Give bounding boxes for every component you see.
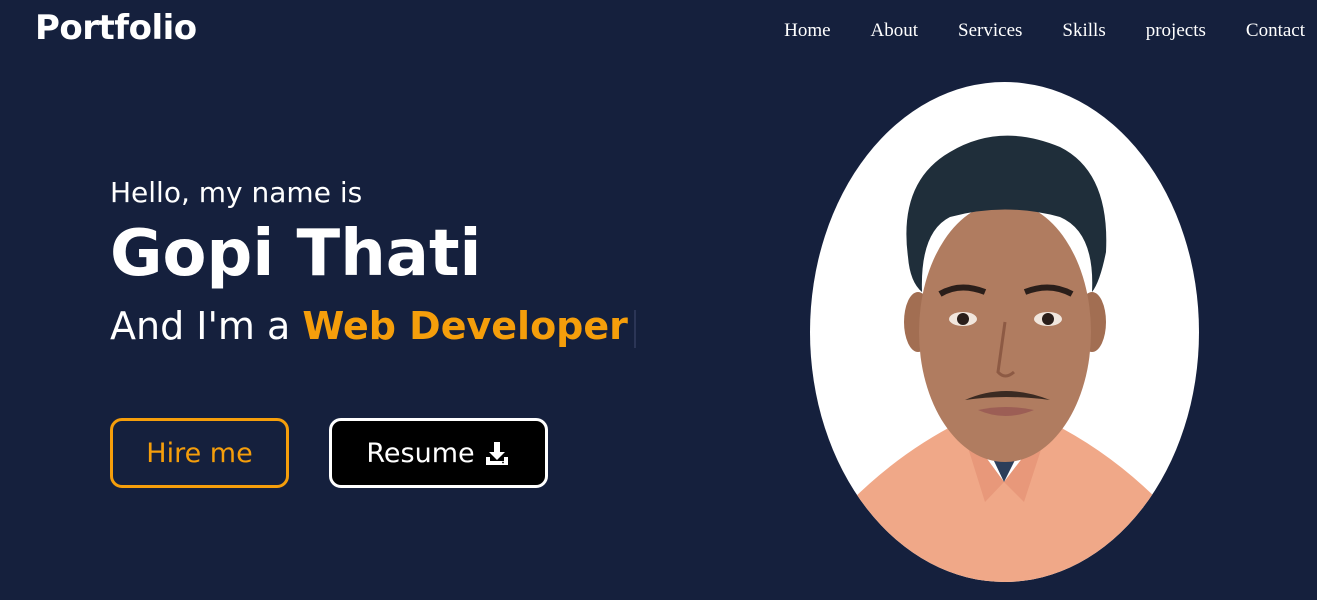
resume-label: Resume [366,437,475,469]
site-logo[interactable]: Portfolio [35,8,197,48]
role-prefix: And I'm a [110,304,291,349]
hire-me-button[interactable]: Hire me [110,418,289,488]
hero-intro: Hello, my name is Gopi Thati And I'm a W… [110,176,636,348]
nav-services[interactable]: Services [958,20,1022,42]
typing-cursor [633,309,636,348]
download-icon [483,439,511,467]
nav-home[interactable]: Home [784,20,830,42]
hero-role-line: And I'm a Web Developer [110,304,636,348]
nav-projects[interactable]: projects [1146,20,1206,42]
nav-about[interactable]: About [871,20,919,42]
hero-greeting: Hello, my name is [110,176,363,209]
main-nav: Home About Services Skills projects Cont… [784,20,1305,42]
nav-skills[interactable]: Skills [1062,20,1105,42]
role-title: Web Developer [302,304,628,349]
profile-photo [810,82,1199,582]
resume-download-button[interactable]: Resume [329,418,548,488]
nav-contact[interactable]: Contact [1246,20,1305,42]
hero-name: Gopi Thati [110,217,482,291]
